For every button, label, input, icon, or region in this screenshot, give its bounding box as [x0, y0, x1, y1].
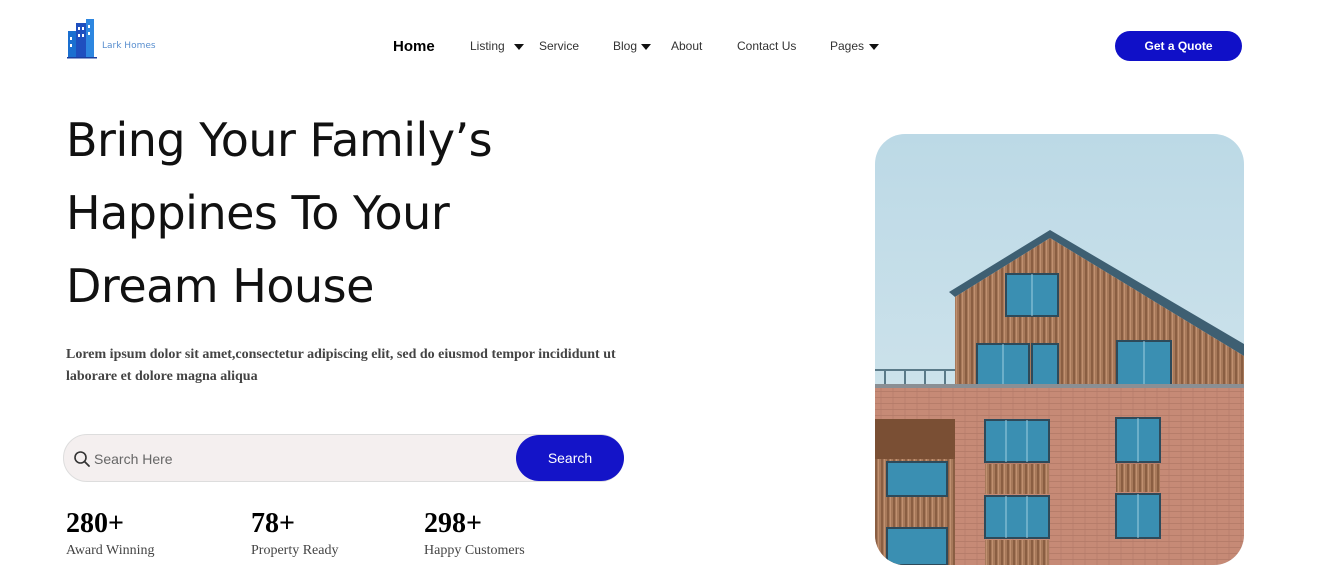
nav-item-label: Pages [830, 39, 865, 53]
stat-award-winning: 280+ Award Winning [66, 508, 155, 559]
stat-happy-customers: 298+ Happy Customers [424, 508, 525, 559]
nav-item-pages[interactable]: Pages [830, 30, 880, 62]
stat-property-ready: 78+ Property Ready [251, 508, 338, 559]
hero-description: Lorem ipsum dolor sit amet,consectetur a… [66, 347, 616, 384]
get-quote-button[interactable]: Get a Quote [1115, 31, 1242, 61]
nav-item-listing[interactable]: Listing [470, 30, 524, 62]
stat-label: Property Ready [251, 543, 339, 558]
nav-item-label: Blog [613, 39, 638, 53]
search-button[interactable]: Search [516, 435, 624, 481]
stat-value: 280+ [66, 508, 124, 539]
nav-item-service[interactable]: Service [539, 30, 579, 62]
stat-value: 78+ [251, 508, 295, 539]
nav-item-home[interactable]: Home [393, 30, 435, 62]
brand-logo[interactable]: Lark Homes [67, 17, 156, 59]
stat-label: Award Winning [66, 543, 155, 558]
nav-item-blog[interactable]: Blog [613, 30, 652, 62]
hero-house-image [875, 134, 1244, 565]
search-input[interactable] [94, 447, 504, 471]
hero-title-line: Bring Your Family’s [66, 113, 493, 167]
hero-title-line: Happines To Your [66, 186, 450, 240]
chevron-down-icon [641, 43, 652, 50]
brand-name: Lark Homes [102, 41, 156, 51]
stat-value: 298+ [424, 508, 482, 539]
stat-label: Happy Customers [424, 543, 525, 558]
chevron-down-icon [869, 43, 880, 50]
building-logo-icon [67, 19, 97, 59]
search-bar: Search [63, 434, 624, 482]
nav-item-contact[interactable]: Contact Us [737, 30, 796, 62]
hero-title-line: Dream House [66, 259, 374, 313]
nav-item-label: About [671, 39, 703, 53]
nav-item-about[interactable]: About [671, 30, 702, 62]
nav-item-label: Listing [470, 39, 505, 53]
nav-item-label: Contact Us [737, 39, 797, 53]
search-icon [74, 451, 90, 467]
nav-item-label: Service [539, 39, 580, 53]
nav-item-label: Home [393, 37, 435, 55]
chevron-down-icon [513, 43, 524, 50]
hero-title: Bring Your Family’s Happines To Your Dre… [66, 104, 626, 323]
